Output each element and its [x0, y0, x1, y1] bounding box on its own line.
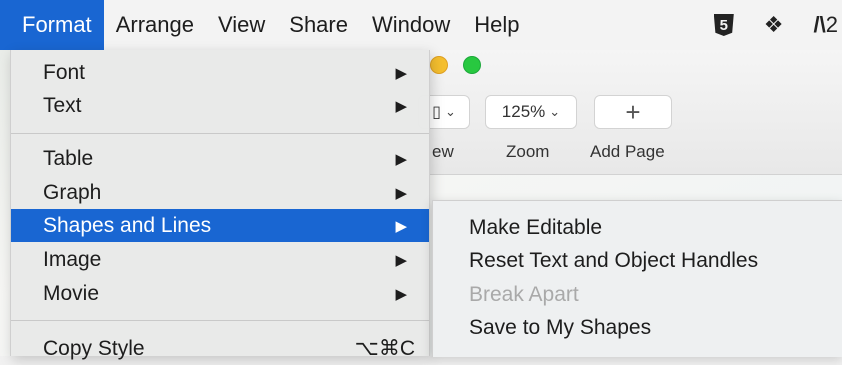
submenu-arrow-icon: ▶ [395, 251, 407, 269]
keyboard-shortcut: ⌥⌘C [354, 337, 415, 360]
submenu-arrow-icon: ▶ [395, 97, 407, 115]
menu-item-label: Text [43, 93, 82, 117]
add-page-button[interactable]: + [594, 95, 672, 129]
submenu-item-save-to-my-shapes[interactable]: Save to My Shapes [469, 311, 651, 344]
zoom-button[interactable]: 125% ⌄ [485, 95, 577, 129]
submenu-arrow-icon: ▶ [395, 285, 407, 303]
chevron-down-icon: ⌄ [549, 104, 561, 119]
format-menu: Font ▶ Text ▶ Table ▶ Graph ▶ Shapes and… [10, 50, 430, 360]
submenu-arrow-icon: ▶ [395, 184, 407, 202]
menu-item-shapes-and-lines[interactable]: Shapes and Lines ▶ [11, 209, 429, 242]
menu-item-font[interactable]: Font ▶ [11, 56, 429, 89]
menu-item-label: Table [43, 146, 94, 170]
menu-separator [11, 133, 429, 134]
submenu-arrow-icon: ▶ [395, 64, 407, 82]
menu-share[interactable]: Share [277, 0, 360, 50]
menu-item-label: Font [43, 60, 86, 84]
menu-item-movie[interactable]: Movie ▶ [11, 277, 429, 310]
submenu-item-reset-handles[interactable]: Reset Text and Object Handles [469, 244, 758, 277]
submenu-item-make-editable[interactable]: Make Editable [469, 211, 602, 244]
status-icons: 5 ❖ /\2 [713, 0, 842, 50]
add-page-label: Add Page [590, 142, 665, 161]
html5-icon[interactable]: 5 [713, 14, 734, 36]
menu-window[interactable]: Window [360, 0, 462, 50]
zoom-label: Zoom [506, 142, 550, 161]
submenu-arrow-icon: ▶ [395, 150, 407, 168]
plus-icon: + [625, 96, 641, 127]
menu-item-copy-style[interactable]: Copy Style ⌥⌘C [11, 332, 429, 365]
menu-separator [11, 320, 429, 321]
chevron-down-icon: ⌄ [444, 104, 456, 119]
menu-arrange[interactable]: Arrange [104, 0, 206, 50]
submenu-item-break-apart: Break Apart [469, 282, 579, 306]
menu-bar: Format Arrange View Share Window Help 5 … [0, 0, 842, 50]
status-text: 2 [825, 12, 838, 37]
menu-item-label: Image [43, 247, 102, 271]
menu-help[interactable]: Help [462, 0, 531, 50]
menu-item-table[interactable]: Table ▶ [11, 142, 429, 175]
view-layout-icon: ▯ [432, 104, 441, 121]
menu-item-graph[interactable]: Graph ▶ [11, 176, 429, 209]
menu-item-label: Movie [43, 281, 100, 305]
adobe-icon[interactable]: /\2 [814, 12, 838, 38]
menu-item-label: Shapes and Lines [43, 213, 212, 237]
menu-item-label: Copy Style [43, 336, 145, 360]
view-label: ew [432, 142, 454, 161]
submenu-arrow-icon: ▶ [395, 217, 407, 235]
zoom-value: 125% [501, 102, 546, 121]
dropbox-style-icon[interactable]: ❖ [764, 12, 784, 38]
menu-format[interactable]: Format [0, 0, 104, 50]
shapes-and-lines-submenu: Make Editable Reset Text and Object Hand… [432, 200, 842, 357]
menu-item-label: Graph [43, 180, 102, 204]
menu-view[interactable]: View [206, 0, 277, 50]
minimize-window-button[interactable] [430, 56, 448, 74]
menu-item-text[interactable]: Text ▶ [11, 89, 429, 122]
fullscreen-window-button[interactable] [463, 56, 481, 74]
menu-item-image[interactable]: Image ▶ [11, 243, 429, 276]
